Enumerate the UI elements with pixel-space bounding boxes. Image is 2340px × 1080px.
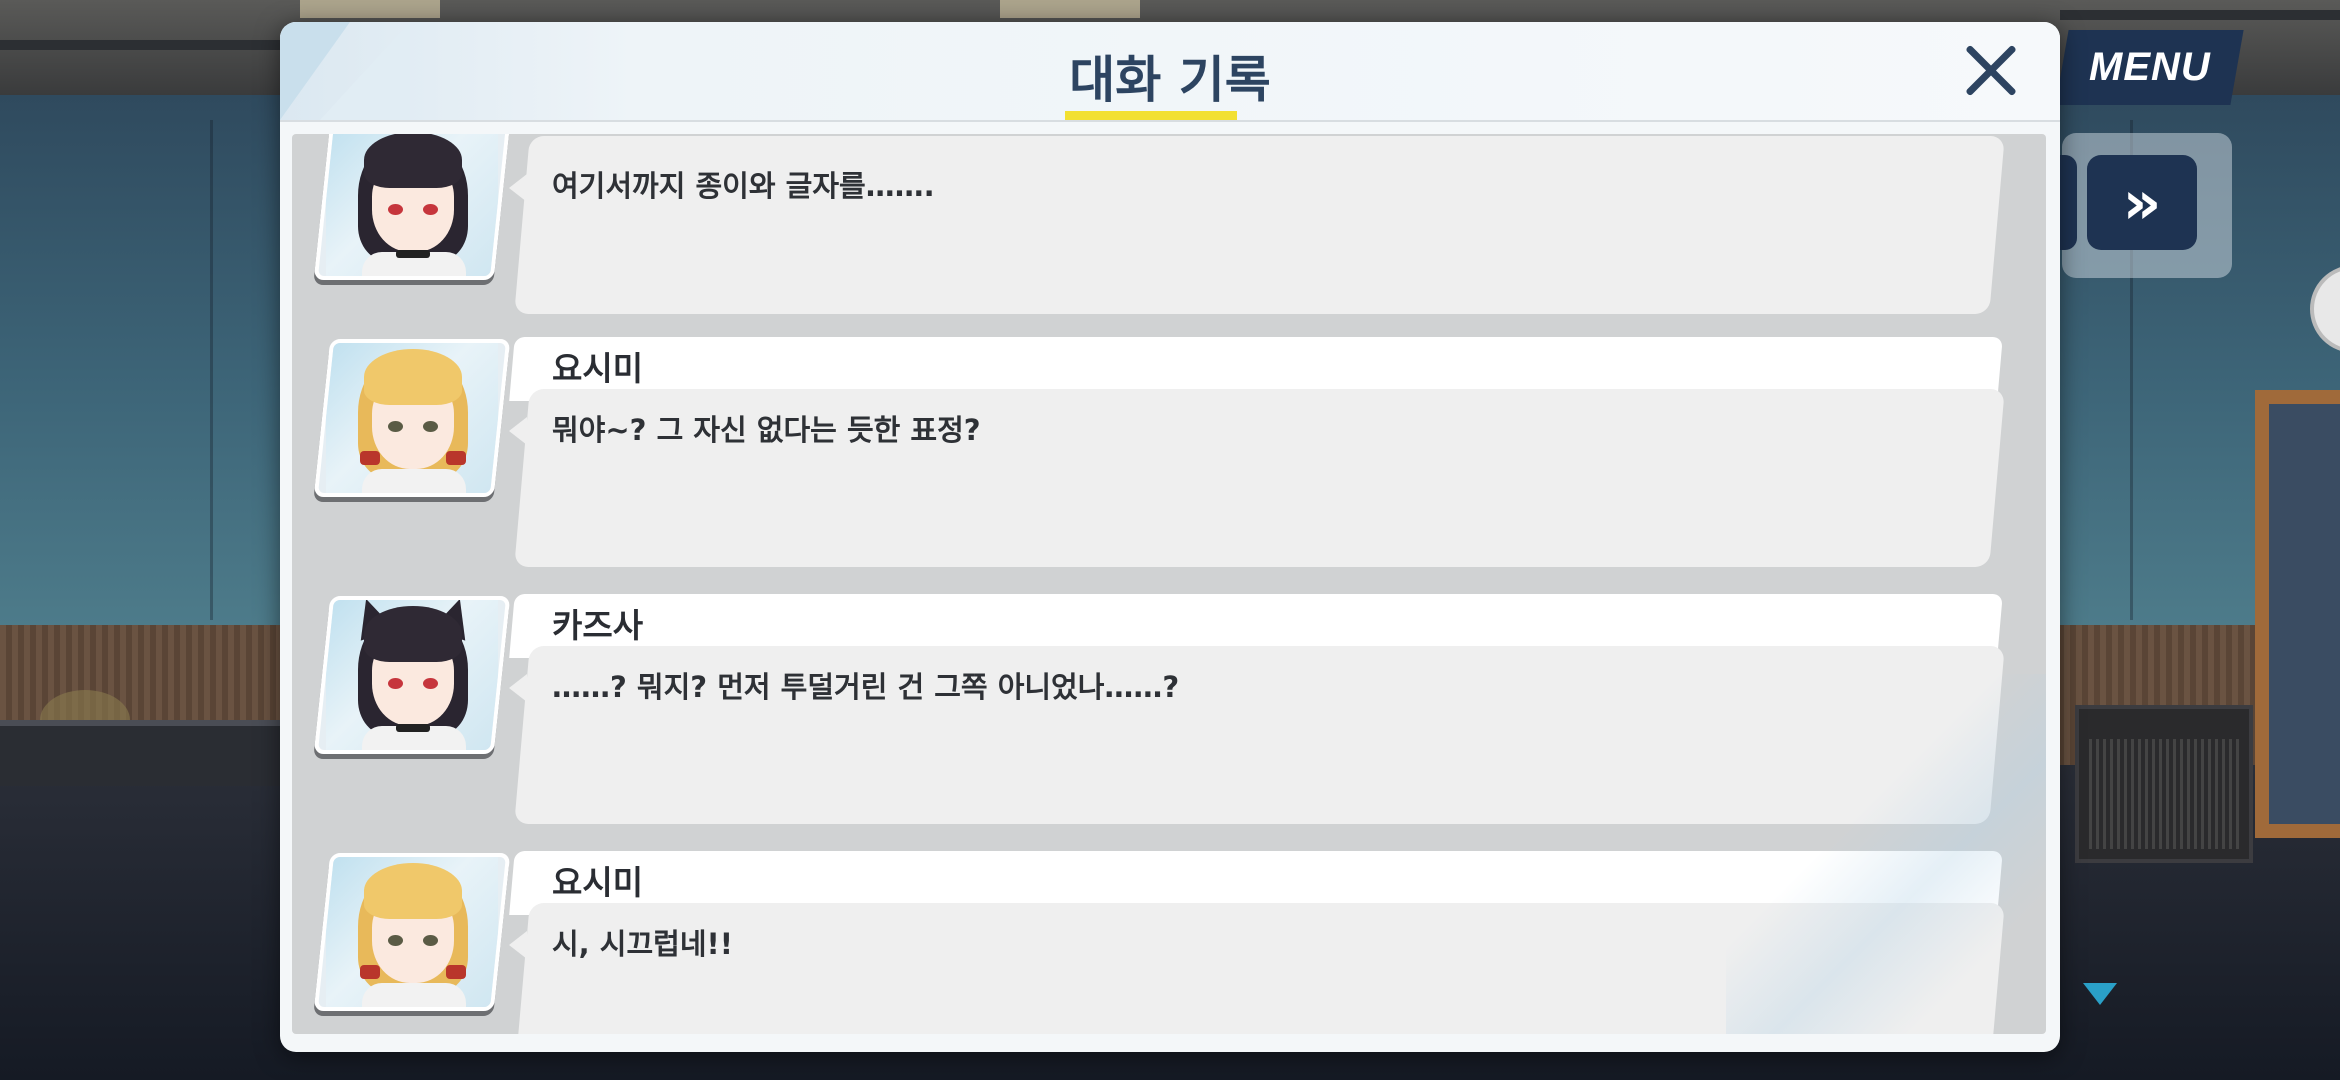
message-text: 여기서까지 종이와 글자를……. [552,169,935,203]
door [2255,390,2340,838]
keyboard-instrument [0,720,300,786]
scroll-down-indicator-icon [2083,983,2117,1005]
kazusa-icon [313,596,511,754]
title-underline [1065,111,1237,120]
amplifier [2075,705,2253,863]
dialog-title: 대화 기록 [1069,51,1271,109]
fast-forward-icon: » [2122,167,2162,238]
log-list[interactable]: 여기서까지 종이와 글자를……. 요시미 뭐야~? 그 자신 없다는 듯한 표정… [292,134,2046,1034]
menu-button[interactable]: MENU [2055,30,2244,105]
yoshimi-icon [313,339,511,497]
ceiling-light [300,0,440,18]
message-text: 뭐야~? 그 자신 없다는 듯한 표정? [552,413,981,447]
light-rail [0,40,280,50]
yoshimi-icon [313,853,511,1011]
message-bubble [514,903,2005,1034]
message-text: ……? 뭐지? 먼저 투덜거린 건 그쪽 아니었나……? [552,670,1180,704]
dialog-log-window: 대화 기록 여기서까지 종이와 글자를……. 요시미 뭐야~? 그 자신 없다는… [280,22,2060,1052]
menu-label: MENU [2088,45,2211,89]
ceiling-light [1000,0,1140,18]
message-bubble [514,136,2005,314]
fast-forward-button[interactable]: » [2087,155,2197,250]
message-text: 시, 시끄럽네!! [552,927,733,961]
light-rail [2060,10,2340,20]
dialog-header: 대화 기록 [280,22,2060,122]
close-icon[interactable] [1960,40,2022,102]
wall-panel [210,120,213,620]
kazusa-icon [313,134,511,280]
